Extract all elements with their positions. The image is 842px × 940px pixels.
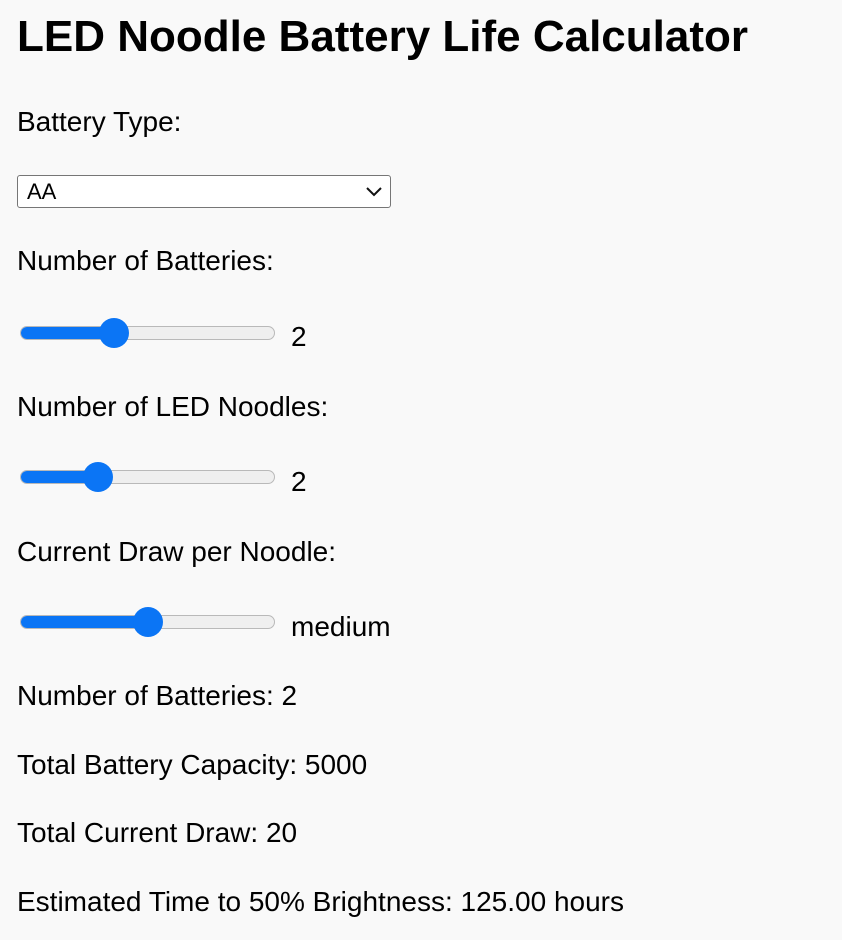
battery-type-select[interactable]: AA xyxy=(17,175,391,208)
result-num-batteries: Number of Batteries: 2 xyxy=(17,680,298,711)
slider-track xyxy=(20,470,275,484)
num-noodles-label: Number of LED Noodles: xyxy=(17,391,329,422)
battery-type-selected-value: AA xyxy=(27,179,57,204)
num-noodles-slider[interactable] xyxy=(20,462,277,492)
num-noodles-value: 2 xyxy=(291,466,307,497)
slider-thumb[interactable] xyxy=(98,318,129,348)
result-estimated-time: Estimated Time to 50% Brightness: 125.00… xyxy=(17,886,624,917)
result-total-current: Total Current Draw: 20 xyxy=(17,817,298,848)
num-batteries-slider[interactable] xyxy=(20,318,277,348)
slider-fill xyxy=(21,616,149,628)
current-draw-slider[interactable] xyxy=(20,607,277,637)
num-batteries-value: 2 xyxy=(291,321,307,352)
calculator-page: LED Noodle Battery Life Calculator Batte… xyxy=(0,0,842,940)
chevron-down-icon xyxy=(366,187,382,197)
slider-thumb[interactable] xyxy=(83,462,113,492)
result-total-capacity: Total Battery Capacity: 5000 xyxy=(17,749,368,780)
page-title: LED Noodle Battery Life Calculator xyxy=(17,12,749,61)
slider-track xyxy=(20,326,275,340)
current-draw-label: Current Draw per Noodle: xyxy=(17,536,337,567)
battery-type-label: Battery Type: xyxy=(17,106,182,137)
num-batteries-label: Number of Batteries: xyxy=(17,245,274,276)
current-draw-value: medium xyxy=(291,611,391,642)
slider-thumb[interactable] xyxy=(132,607,163,637)
